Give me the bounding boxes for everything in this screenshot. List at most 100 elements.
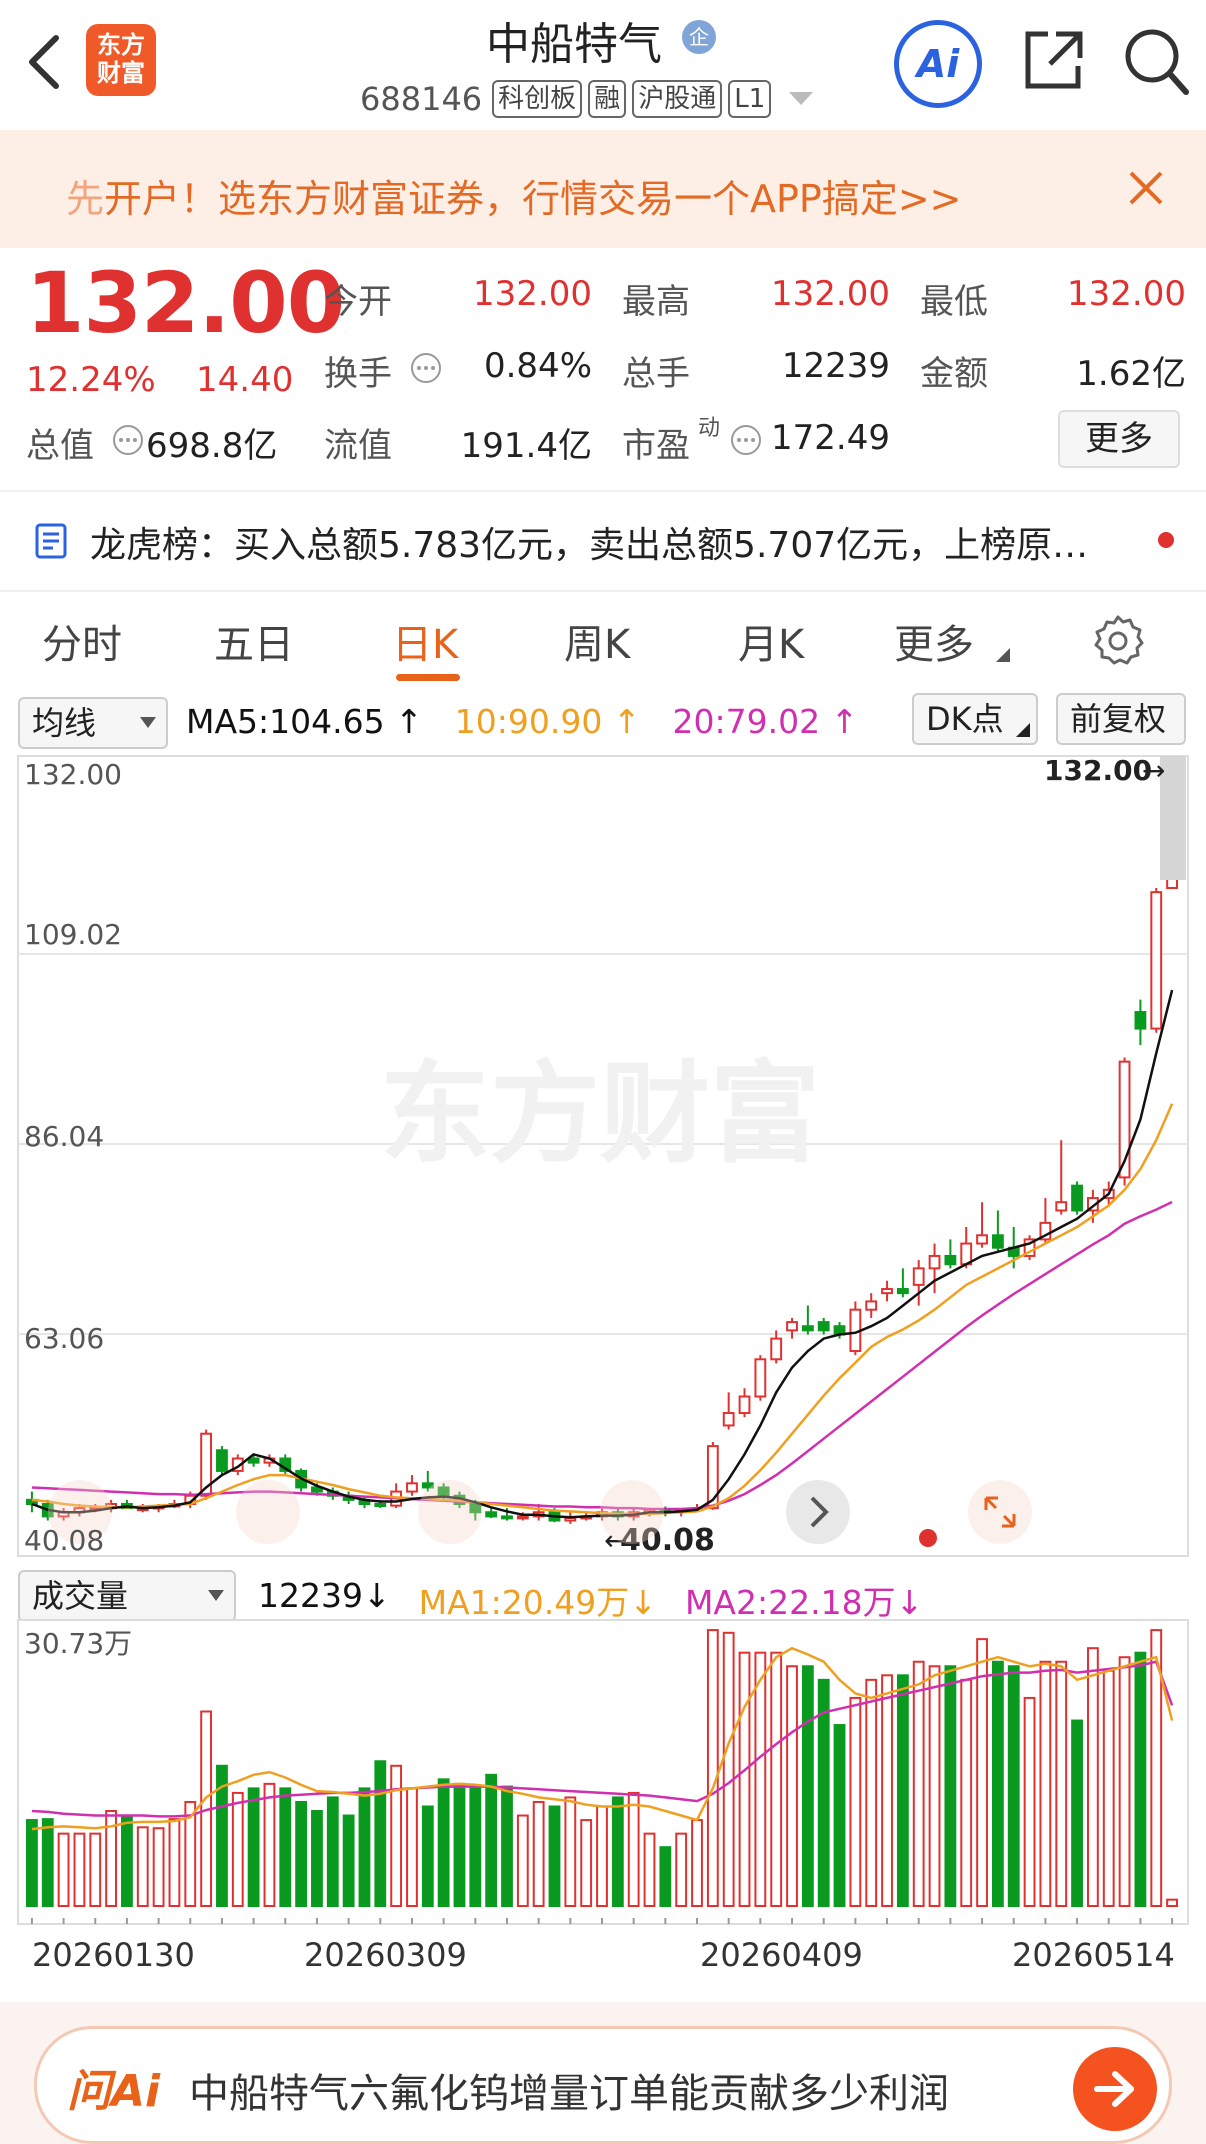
volume-bar [374, 1760, 387, 1907]
ma5-value: MA5:104.65 ↑ [186, 702, 423, 741]
pe-value: 172.49 [771, 418, 890, 458]
volume-bar [1102, 1669, 1115, 1908]
tag-level1: L1 [728, 80, 772, 118]
corner-triangle-icon [996, 648, 1010, 662]
candle-body [770, 1337, 783, 1361]
date-label: 20260409 [700, 1936, 863, 1974]
volume-bar [801, 1665, 814, 1907]
candle-body [881, 1288, 893, 1295]
adjust-button[interactable]: 前复权 [1056, 693, 1186, 745]
volume-bar [596, 1805, 608, 1908]
candle-body [1071, 1184, 1083, 1212]
volume-bar [770, 1651, 783, 1908]
volume-bar [896, 1674, 909, 1908]
arrow-right-icon: → [1142, 754, 1165, 787]
search-icon[interactable] [1124, 28, 1190, 98]
volume-bar [865, 1678, 878, 1908]
volume-bar [1166, 1898, 1178, 1907]
banner-text-wrap: 先开户！选东方财富证券，行情交易一个APP搞定>> [66, 168, 962, 223]
date-label: 20260130 [32, 1936, 195, 1974]
up-arrow-icon: ↑ [612, 702, 641, 741]
volume-chart[interactable] [0, 1618, 1206, 1928]
volume-max-label: 30.73万 [24, 1627, 133, 1660]
volume-bar [706, 1629, 719, 1908]
nav-zoom-in-circle[interactable] [418, 1480, 482, 1544]
volume-bar [928, 1665, 941, 1907]
dragon-tiger-row[interactable]: 龙虎榜：买入总额5.783亿元，卖出总额5.707亿元，上榜原… [0, 494, 1206, 590]
float-label: 流值 [324, 426, 392, 466]
dk-point-button[interactable]: DK点 [912, 693, 1038, 745]
candle-body [912, 1267, 925, 1286]
info-icon[interactable] [112, 424, 144, 456]
volume-bar [263, 1782, 276, 1907]
volume-bar [643, 1832, 656, 1908]
nav-prev-circle[interactable] [600, 1480, 664, 1544]
candle-body [896, 1288, 909, 1295]
stock-name: 中船特气 [486, 19, 662, 70]
tab-intraday[interactable]: 分时 [42, 612, 122, 670]
info-icon[interactable] [410, 352, 442, 384]
volume-bar [580, 1819, 593, 1907]
volume-bar [1007, 1665, 1020, 1907]
tab-five-day[interactable]: 五日 [214, 612, 294, 670]
candle-body [501, 1515, 513, 1520]
quote-panel: 132.00 12.24% 14.40 今开 132.00 最高 132.00 … [0, 248, 1206, 488]
dragon-tiger-text: 龙虎榜：买入总额5.783亿元，卖出总额5.707亿元，上榜原… [90, 525, 1089, 566]
ma20-text: 20:79.02 [672, 702, 821, 741]
candle-body [991, 1234, 1004, 1249]
tag-star-market: 科创板 [492, 80, 583, 118]
account-banner[interactable]: 先开户！选东方财富证券，行情交易一个APP搞定>> [0, 130, 1206, 248]
candlestick-chart[interactable]: 东方财富 132.00 → 40.08 ← [0, 752, 1206, 1560]
candle-body [944, 1254, 957, 1266]
ask-ai-input[interactable]: 问Ai 中船特气六氟化钨增量订单能贡献多少利润 [34, 2026, 1172, 2144]
open-label: 今开 [324, 282, 392, 322]
volume-bar [342, 1814, 355, 1907]
dropdown-caret-icon[interactable] [789, 92, 814, 106]
ai-button[interactable]: Ai [894, 20, 982, 108]
ma-selector[interactable]: 均线 [18, 697, 168, 749]
share-icon[interactable] [1020, 28, 1086, 94]
ask-ai-logo: 问Ai [67, 2066, 161, 2117]
volume-bar [722, 1631, 735, 1907]
up-arrow-icon: ↑ [830, 702, 859, 741]
more-button[interactable]: 更多 [1058, 410, 1180, 468]
tab-weekly-k[interactable]: 周K [564, 612, 630, 670]
pe-superscript: 动 [698, 416, 721, 441]
nav-zoom-out-circle[interactable] [236, 1480, 300, 1544]
low-label: 最低 [920, 282, 988, 322]
volume-indicator-selector[interactable]: 成交量 [18, 1570, 236, 1622]
volume-bar [944, 1665, 957, 1907]
volume-bar [73, 1832, 86, 1908]
nav-next-circle[interactable] [786, 1480, 850, 1544]
volume-bar [469, 1787, 482, 1907]
ma10-value: 10:90.90 ↑ [455, 702, 641, 741]
stock-code-row: 688146 科创板 融 沪股通 L1 [360, 80, 814, 118]
ma-legend: MA5:104.65 ↑ 10:90.90 ↑ 20:79.02 ↑ [186, 702, 858, 741]
volume-bar [786, 1665, 798, 1907]
change-percent: 12.24% [26, 360, 156, 400]
close-icon[interactable] [1128, 170, 1164, 206]
change-amount: 14.40 [196, 360, 294, 400]
info-icon[interactable] [730, 424, 762, 456]
price-axis-label: 109.02 [24, 918, 122, 951]
tab-more[interactable]: 更多 [894, 612, 974, 670]
ask-ai-submit-button[interactable] [1073, 2047, 1157, 2131]
date-label: 20260309 [304, 1936, 467, 1974]
tab-daily-k[interactable]: 日K [392, 612, 458, 670]
volume-bar [532, 1800, 545, 1907]
volume-bar [564, 1796, 577, 1907]
volume-bar [41, 1818, 54, 1908]
candle-body [1055, 1201, 1068, 1212]
settings-gear-icon[interactable] [1092, 614, 1144, 666]
tab-monthly-k[interactable]: 月K [738, 612, 804, 670]
app-logo[interactable]: 东方 财富 [86, 24, 156, 96]
ma20-value: 20:79.02 ↑ [673, 702, 859, 741]
volume-selector-label: 成交量 [32, 1577, 129, 1615]
down-arrow-icon: ↓ [895, 1583, 924, 1622]
volume-current-text: 12239 [258, 1576, 363, 1615]
expand-circle[interactable] [968, 1480, 1032, 1544]
back-arrow-icon[interactable] [26, 34, 62, 90]
enterprise-badge: 企 [682, 20, 716, 54]
ma-selector-label: 均线 [32, 704, 97, 742]
volume-bar [168, 1818, 181, 1908]
